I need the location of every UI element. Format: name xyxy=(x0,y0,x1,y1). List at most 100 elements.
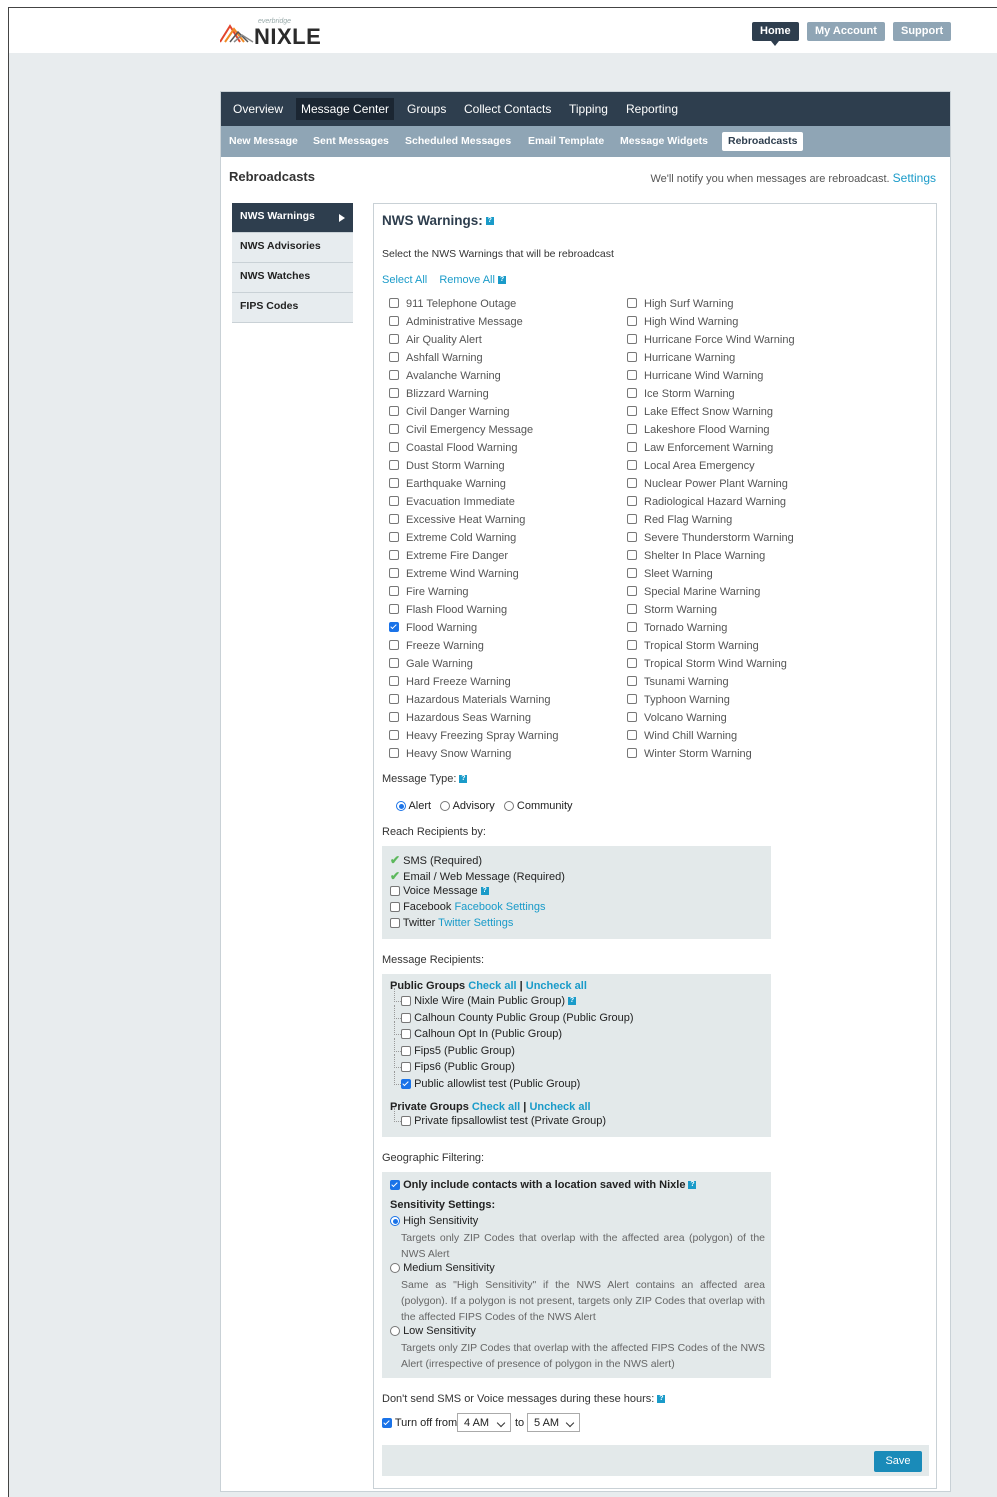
group-item[interactable]: Calhoun County Public Group (Public Grou… xyxy=(401,1012,634,1024)
my-account-button[interactable]: My Account xyxy=(807,22,885,41)
radio-high-sensitivity[interactable] xyxy=(390,1216,400,1227)
warning-checkbox[interactable] xyxy=(389,298,399,309)
warning-item[interactable]: Local Area Emergency xyxy=(627,460,755,472)
group-checkbox[interactable] xyxy=(401,1116,411,1127)
warning-item[interactable]: Shelter In Place Warning xyxy=(627,550,765,562)
warning-checkbox[interactable] xyxy=(627,352,637,363)
sidemenu-nws-advisories[interactable]: NWS Advisories xyxy=(232,233,353,263)
warning-checkbox[interactable] xyxy=(389,640,399,651)
private-check-all-link[interactable]: Check all xyxy=(472,1101,520,1113)
warning-item[interactable]: Red Flag Warning xyxy=(627,514,732,526)
nav-collect-contacts[interactable]: Collect Contacts xyxy=(464,92,551,126)
warning-checkbox[interactable] xyxy=(389,388,399,399)
settings-link[interactable]: Settings xyxy=(893,171,936,185)
warning-item[interactable]: Ashfall Warning xyxy=(389,352,483,364)
group-item[interactable]: Fips6 (Public Group) xyxy=(401,1061,515,1073)
warning-item[interactable]: Flood Warning xyxy=(389,622,477,634)
warning-checkbox[interactable] xyxy=(627,298,637,309)
radio-community[interactable] xyxy=(503,801,514,812)
group-item[interactable]: Public allowlist test (Public Group) xyxy=(401,1078,580,1090)
group-item[interactable]: Nixle Wire (Main Public Group)? xyxy=(401,995,577,1007)
warning-checkbox[interactable] xyxy=(389,622,399,633)
warning-checkbox[interactable] xyxy=(627,694,637,705)
warning-item[interactable]: Winter Storm Warning xyxy=(627,748,752,760)
warning-checkbox[interactable] xyxy=(389,478,399,489)
warning-checkbox[interactable] xyxy=(389,532,399,543)
only-include-checkbox[interactable] xyxy=(390,1180,400,1191)
warning-checkbox[interactable] xyxy=(389,676,399,687)
voice-checkbox[interactable] xyxy=(390,886,400,897)
warning-item[interactable]: Hard Freeze Warning xyxy=(389,676,511,688)
warning-checkbox[interactable] xyxy=(627,568,637,579)
warning-item[interactable]: Administrative Message xyxy=(389,316,523,328)
warning-item[interactable]: Lakeshore Flood Warning xyxy=(627,424,770,436)
warning-checkbox[interactable] xyxy=(389,442,399,453)
warning-item[interactable]: Fire Warning xyxy=(389,586,469,598)
support-button[interactable]: Support xyxy=(893,22,952,41)
group-item[interactable]: Private fipsallowlist test (Private Grou… xyxy=(401,1115,606,1127)
warning-checkbox[interactable] xyxy=(627,424,637,435)
warning-checkbox[interactable] xyxy=(389,568,399,579)
warning-item[interactable]: Ice Storm Warning xyxy=(627,388,735,400)
warning-item[interactable]: Earthquake Warning xyxy=(389,478,506,490)
sidemenu-nws-warnings[interactable]: NWS Warnings xyxy=(232,203,353,233)
warning-checkbox[interactable] xyxy=(627,370,637,381)
warning-item[interactable]: Hazardous Materials Warning xyxy=(389,694,550,706)
twitter-settings-link[interactable]: Twitter Settings xyxy=(438,917,513,929)
group-checkbox[interactable] xyxy=(401,996,411,1007)
nav-groups[interactable]: Groups xyxy=(407,92,446,126)
facebook-checkbox[interactable] xyxy=(390,902,400,913)
subnav-email-template[interactable]: Email Template xyxy=(528,126,604,157)
warning-item[interactable]: Wind Chill Warning xyxy=(627,730,737,742)
warning-checkbox[interactable] xyxy=(627,604,637,615)
from-hour-select[interactable]: 4 AM xyxy=(457,1413,511,1432)
warning-checkbox[interactable] xyxy=(389,658,399,669)
warning-item[interactable]: Heavy Freezing Spray Warning xyxy=(389,730,558,742)
warning-item[interactable]: Heavy Snow Warning xyxy=(389,748,511,760)
warning-checkbox[interactable] xyxy=(627,748,637,759)
warning-item[interactable]: Air Quality Alert xyxy=(389,334,482,346)
warning-item[interactable]: Volcano Warning xyxy=(627,712,727,724)
help-icon[interactable]: ? xyxy=(480,887,489,896)
remove-all-link[interactable]: Remove All xyxy=(439,274,495,286)
public-uncheck-all-link[interactable]: Uncheck all xyxy=(526,980,587,992)
to-hour-select[interactable]: 5 AM xyxy=(527,1413,580,1432)
warning-checkbox[interactable] xyxy=(627,622,637,633)
warning-item[interactable]: Dust Storm Warning xyxy=(389,460,505,472)
warning-item[interactable]: Radiological Hazard Warning xyxy=(627,496,786,508)
warning-checkbox[interactable] xyxy=(389,730,399,741)
warning-checkbox[interactable] xyxy=(389,712,399,723)
warning-checkbox[interactable] xyxy=(627,460,637,471)
warning-checkbox[interactable] xyxy=(389,334,399,345)
group-checkbox[interactable] xyxy=(401,1062,411,1073)
select-all-link[interactable]: Select All xyxy=(382,274,427,286)
nav-message-center[interactable]: Message Center xyxy=(296,98,395,120)
help-icon[interactable]: ? xyxy=(459,775,468,784)
warning-item[interactable]: Nuclear Power Plant Warning xyxy=(627,478,788,490)
warning-item[interactable]: Extreme Cold Warning xyxy=(389,532,516,544)
twitter-checkbox[interactable] xyxy=(390,918,400,929)
group-item[interactable]: Fips5 (Public Group) xyxy=(401,1045,515,1057)
sidemenu-fips-codes[interactable]: FIPS Codes xyxy=(232,293,353,323)
group-checkbox[interactable] xyxy=(401,1079,411,1090)
group-item[interactable]: Calhoun Opt In (Public Group) xyxy=(401,1028,562,1040)
warning-checkbox[interactable] xyxy=(389,352,399,363)
warning-item[interactable]: 911 Telephone Outage xyxy=(389,298,516,310)
private-uncheck-all-link[interactable]: Uncheck all xyxy=(529,1101,590,1113)
warning-item[interactable]: Tornado Warning xyxy=(627,622,727,634)
help-icon[interactable]: ? xyxy=(568,997,577,1006)
warning-checkbox[interactable] xyxy=(627,586,637,597)
warning-item[interactable]: Tropical Storm Wind Warning xyxy=(627,658,787,670)
radio-advisory[interactable] xyxy=(440,801,451,812)
warning-item[interactable]: Hurricane Wind Warning xyxy=(627,370,763,382)
subnav-sent-messages[interactable]: Sent Messages xyxy=(313,126,389,157)
warning-checkbox[interactable] xyxy=(627,496,637,507)
warning-item[interactable]: Avalanche Warning xyxy=(389,370,501,382)
warning-item[interactable]: Typhoon Warning xyxy=(627,694,730,706)
save-button[interactable]: Save xyxy=(874,1451,922,1472)
nav-tipping[interactable]: Tipping xyxy=(569,92,608,126)
warning-checkbox[interactable] xyxy=(627,334,637,345)
group-checkbox[interactable] xyxy=(401,1012,411,1023)
warning-checkbox[interactable] xyxy=(627,406,637,417)
warning-checkbox[interactable] xyxy=(627,640,637,651)
